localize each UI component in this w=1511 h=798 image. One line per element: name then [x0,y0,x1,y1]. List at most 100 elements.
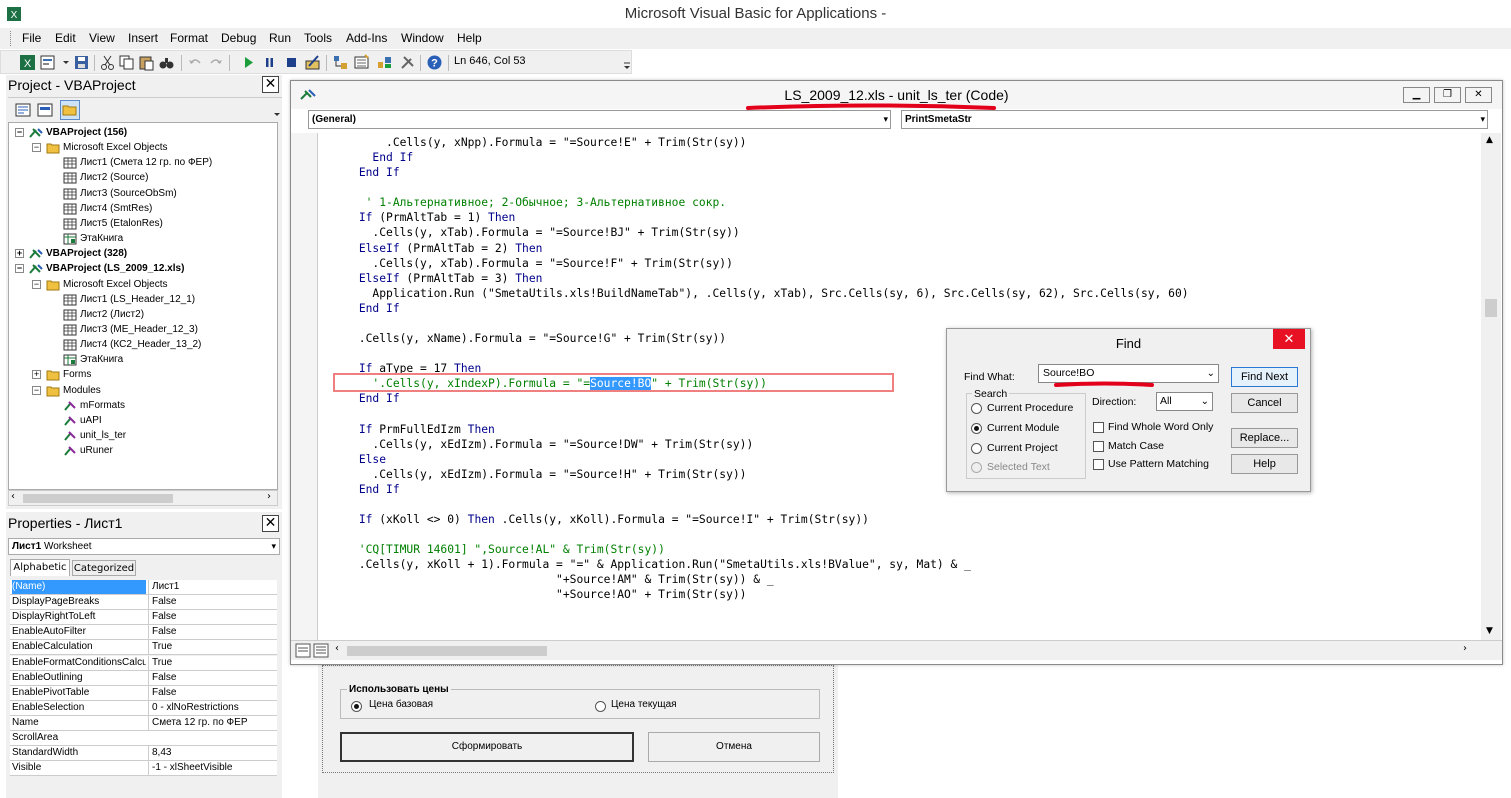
radio-base-price[interactable] [351,701,362,712]
help-button[interactable]: Help [1231,454,1298,474]
toggle-folders-icon[interactable] [60,100,80,120]
match-case-checkbox[interactable] [1093,441,1104,452]
menu-insert[interactable]: Insert [128,31,158,45]
scroll-down-icon[interactable]: ▼ [1486,626,1493,636]
tree-item[interactable]: − Microsoft Excel Objects [9,141,277,155]
replace-button[interactable]: Replace... [1231,428,1298,448]
redo-icon[interactable] [207,54,224,71]
tree-item[interactable]: Лист2 (Лист2) [9,308,277,322]
property-row[interactable]: Name Смета 12 гр. по ФЕР [10,715,277,731]
design-mode-icon[interactable] [304,54,321,71]
chevron-down-icon[interactable]: ⌄ [1201,393,1209,410]
whole-word-checkbox[interactable] [1093,422,1104,433]
property-value[interactable]: 8,43 [148,746,276,761]
scroll-thumb[interactable] [1485,299,1497,317]
tree-item[interactable]: − Microsoft Excel Objects [9,278,277,292]
menu-addins[interactable]: Add-Ins [346,31,387,45]
chevron-down-icon[interactable]: ⌄ [1207,365,1215,382]
collapse-icon[interactable]: − [15,128,24,137]
cancel-button[interactable]: Cancel [1231,393,1298,413]
object-combo[interactable]: (General) ▾ [308,110,891,129]
menu-format[interactable]: Format [170,31,208,45]
property-row[interactable]: EnableOutlining False [10,670,277,686]
tree-item[interactable]: ЭтаКнига [9,353,277,367]
menu-view[interactable]: View [89,31,115,45]
radio-selected-text[interactable] [971,462,982,473]
tree-item[interactable]: Лист1 (LS_Header_12_1) [9,293,277,307]
tree-item[interactable]: ЭтаКнига [9,232,277,246]
view-excel-icon[interactable]: X [19,54,36,71]
close-button[interactable]: ✕ [1465,87,1492,103]
pattern-matching-checkbox[interactable] [1093,459,1104,470]
collapse-icon[interactable]: − [15,264,24,274]
property-row[interactable]: (Name) Лист1 [10,580,277,595]
expand-icon[interactable]: + [32,370,41,380]
chevron-down-icon[interactable] [61,54,71,71]
radio-current-project[interactable] [971,443,982,454]
view-object-icon[interactable] [36,101,54,119]
tree-item[interactable]: Лист2 (Source) [9,171,277,185]
tab-alphabetic[interactable]: Alphabetic [10,559,70,576]
property-value[interactable]: -1 - xlSheetVisible [148,761,276,776]
tree-item[interactable]: + VBAProject (328) [9,247,277,261]
form-cancel-button[interactable]: Отмена [648,732,820,762]
procedure-view-icon[interactable] [295,643,311,658]
tree-item[interactable]: Лист4 (КС2_Header_13_2) [9,338,277,352]
property-row[interactable]: DisplayPageBreaks False [10,595,277,611]
close-icon[interactable]: ✕ [1273,329,1305,349]
menu-run[interactable]: Run [269,31,291,45]
direction-select[interactable]: All ⌄ [1156,392,1213,411]
property-value[interactable]: Лист1 [148,580,276,594]
property-value[interactable]: False [148,625,276,640]
property-row[interactable]: EnableCalculation True [10,640,277,656]
tab-categorized[interactable]: Categorized [72,560,136,576]
code-vscrollbar[interactable]: ▲ ▼ [1481,133,1501,640]
tree-item[interactable]: − Modules [9,384,277,398]
code-hscrollbar[interactable]: ‹ › [335,643,1475,657]
scroll-left-icon[interactable]: ‹ [335,643,339,654]
property-row[interactable]: EnableSelection 0 - xlNoRestrictions [10,700,277,716]
toolbox-icon[interactable] [399,54,416,71]
property-value[interactable]: False [148,685,276,700]
menu-edit[interactable]: Edit [55,31,76,45]
scroll-thumb[interactable] [347,646,547,656]
tree-item[interactable]: uAPI [9,414,277,428]
radio-current-module[interactable] [971,423,982,434]
close-icon[interactable]: ✕ [262,76,279,93]
copy-icon[interactable] [118,54,135,71]
procedure-combo[interactable]: PrintSmetaStr ▾ [901,110,1488,129]
view-code-icon[interactable] [14,101,32,119]
chevron-down-icon[interactable] [272,105,282,121]
insert-userform-icon[interactable] [39,54,56,71]
tree-item[interactable]: − VBAProject (156) [9,126,277,140]
property-row[interactable]: StandardWidth 8,43 [10,746,277,762]
help-icon[interactable]: ? [426,54,443,71]
chevron-down-icon[interactable]: ▾ [271,539,276,554]
collapse-icon[interactable]: − [32,143,41,153]
scroll-up-icon[interactable]: ▲ [1486,135,1493,145]
object-browser-icon[interactable] [376,54,393,71]
property-row[interactable]: EnableFormatConditionsCalculationTrue [10,655,277,671]
collapse-icon[interactable]: − [32,279,41,289]
property-row[interactable]: ScrollArea [10,731,277,746]
property-row[interactable]: Visible -1 - xlSheetVisible [10,761,277,777]
tree-item[interactable]: Лист1 (Смета 12 гр. по ФЕР) [9,156,277,170]
run-icon[interactable] [240,54,257,71]
property-value[interactable]: False [148,610,276,625]
expand-icon[interactable]: + [15,249,24,259]
project-tree-scrollbar[interactable]: ‹ › [8,490,278,506]
property-row[interactable]: DisplayRightToLeft False [10,610,277,626]
tree-item[interactable]: Лист4 (SmtRes) [9,202,277,216]
project-explorer-icon[interactable] [332,54,349,71]
property-value[interactable]: 0 - xlNoRestrictions [148,700,276,715]
property-value[interactable]: True [148,640,276,655]
menu-help[interactable]: Help [457,31,482,45]
menu-file[interactable]: File [22,31,41,45]
property-value[interactable]: False [148,595,276,610]
radio-current-price[interactable] [595,701,606,712]
scroll-thumb[interactable] [23,494,173,503]
stop-icon[interactable] [283,54,300,71]
tree-item[interactable]: Лист3 (SourceObSm) [9,187,277,201]
undo-icon[interactable] [187,54,204,71]
properties-window-icon[interactable] [353,54,370,71]
